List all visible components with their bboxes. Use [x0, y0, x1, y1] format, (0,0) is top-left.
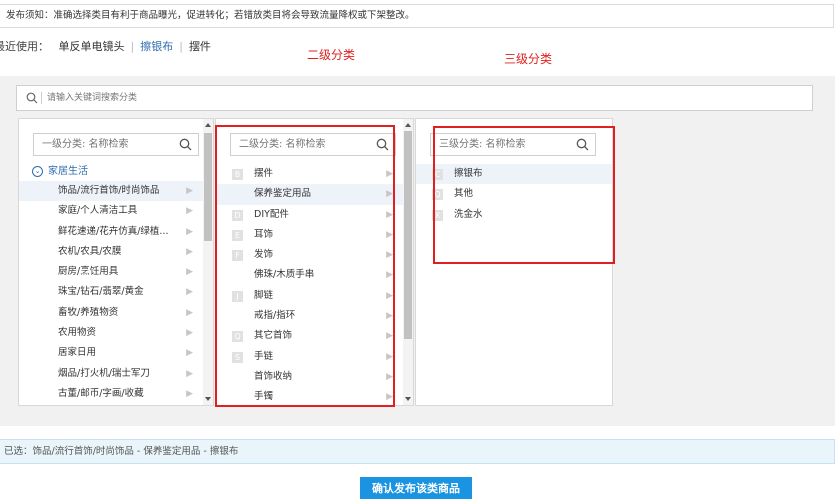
scroll-thumb[interactable]	[204, 133, 212, 241]
level1-list: ⌄ 家居生活 饰品/流行首饰/时尚饰品 ▶ 家庭/个人清洁工具 ▶ 鲜花速递/花卉仿…	[19, 163, 203, 404]
annotation-box-level2	[215, 125, 395, 407]
publish-notice: 发布须知：准确选择类目有利于商品曝光，促进转化；若错放类目将会导致流量降权或下架…	[0, 4, 834, 28]
confirm-publish-button[interactable]: 确认发布该类商品	[360, 477, 472, 499]
item-label: 家庭/个人清洁工具	[58, 205, 138, 217]
item-label: 畜牧/养殖物资	[58, 306, 119, 318]
item-label: 农用物资	[58, 327, 97, 339]
level1-group-home[interactable]: ⌄ 家居生活	[19, 163, 203, 181]
annotation-box-level3	[433, 126, 615, 264]
level1-search-box[interactable]	[33, 133, 199, 156]
search-icon[interactable]	[179, 138, 192, 154]
level1-column: ⌄ 家居生活 饰品/流行首饰/时尚饰品 ▶ 家庭/个人清洁工具 ▶ 鲜花速递/花卉仿…	[18, 118, 214, 406]
selected-path: 已选：饰品/流行首饰/时尚饰品 - 保养鉴定用品 - 擦银布	[0, 439, 835, 464]
item-label: 鲜花速递/花卉仿真/绿植...	[58, 225, 169, 237]
scroll-down-icon[interactable]	[405, 397, 411, 401]
list-item[interactable]: 厨房/烹饪用具 ▶	[19, 262, 203, 282]
chevron-right-icon: ▶	[186, 206, 193, 217]
recent-used-label: 最近使用：	[0, 40, 49, 53]
chevron-right-icon: ▶	[186, 328, 193, 339]
level2-scrollbar[interactable]	[403, 119, 413, 405]
list-item[interactable]: 家庭/个人清洁工具 ▶	[19, 201, 203, 221]
category-search-input[interactable]	[45, 90, 785, 106]
recent-item-lens[interactable]: 单反单电镜头	[53, 40, 131, 53]
chevron-right-icon: ▶	[186, 307, 193, 318]
list-item[interactable]: 鲜花速递/花卉仿真/绿植... ▶	[19, 222, 203, 242]
chevron-right-icon: ▶	[186, 186, 193, 196]
chevron-right-icon: ▶	[186, 246, 193, 257]
group-label: 家居生活	[48, 166, 88, 177]
item-label: 烟品/打火机/瑞士军刀	[58, 367, 150, 379]
category-panel: ⌄ 家居生活 饰品/流行首饰/时尚饰品 ▶ 家庭/个人清洁工具 ▶ 鲜花速递/花卉仿…	[0, 76, 835, 426]
item-label: 古董/邮币/字画/收藏	[58, 387, 144, 399]
chevron-right-icon: ▶	[186, 368, 193, 379]
level1-scrollbar[interactable]	[203, 119, 213, 405]
chevron-right-icon: ▶	[186, 388, 193, 399]
list-item[interactable]: 烟品/打火机/瑞士军刀 ▶	[19, 364, 203, 384]
list-item[interactable]: 畜牧/养殖物资 ▶	[19, 303, 203, 323]
item-label: 饰品/流行首饰/时尚饰品	[58, 185, 160, 196]
list-item[interactable]: 珠宝/钻石/翡翠/黄金 ▶	[19, 282, 203, 302]
scroll-thumb[interactable]	[404, 131, 412, 339]
list-item[interactable]: 饰品/流行首饰/时尚饰品 ▶	[19, 181, 203, 202]
list-item[interactable]: 农用物资 ▶	[19, 323, 203, 343]
recent-item-polish-cloth[interactable]: 擦银布	[134, 40, 179, 53]
annotation-level2-label: 二级分类	[307, 48, 356, 62]
item-label: 厨房/烹饪用具	[58, 266, 119, 278]
scroll-down-icon[interactable]	[205, 397, 211, 401]
level1-search-input[interactable]	[40, 137, 170, 152]
chevron-down-icon: ⌄	[32, 166, 43, 177]
item-label: 珠宝/钻石/翡翠/黄金	[58, 286, 144, 298]
recent-used-bar: 最近使用： 单反单电镜头|擦银布|摆件	[0, 38, 217, 56]
chevron-right-icon: ▶	[186, 226, 193, 237]
search-divider	[41, 92, 42, 104]
list-item[interactable]: 古董/邮币/字画/收藏 ▶	[19, 384, 203, 404]
list-item[interactable]: 居家日用 ▶	[19, 343, 203, 363]
item-label: 农机/农具/农膜	[58, 245, 122, 257]
scroll-up-icon[interactable]	[205, 123, 211, 127]
search-icon	[26, 92, 38, 107]
chevron-right-icon: ▶	[186, 287, 193, 298]
chevron-right-icon: ▶	[186, 267, 193, 278]
scroll-up-icon[interactable]	[405, 123, 411, 127]
annotation-level3-label: 三级分类	[504, 52, 553, 66]
item-label: 居家日用	[58, 347, 97, 359]
list-item[interactable]: 农机/农具/农膜 ▶	[19, 242, 203, 262]
chevron-right-icon: ▶	[186, 348, 193, 359]
recent-item-ornament[interactable]: 摆件	[183, 40, 217, 53]
category-search-box[interactable]	[16, 85, 813, 111]
